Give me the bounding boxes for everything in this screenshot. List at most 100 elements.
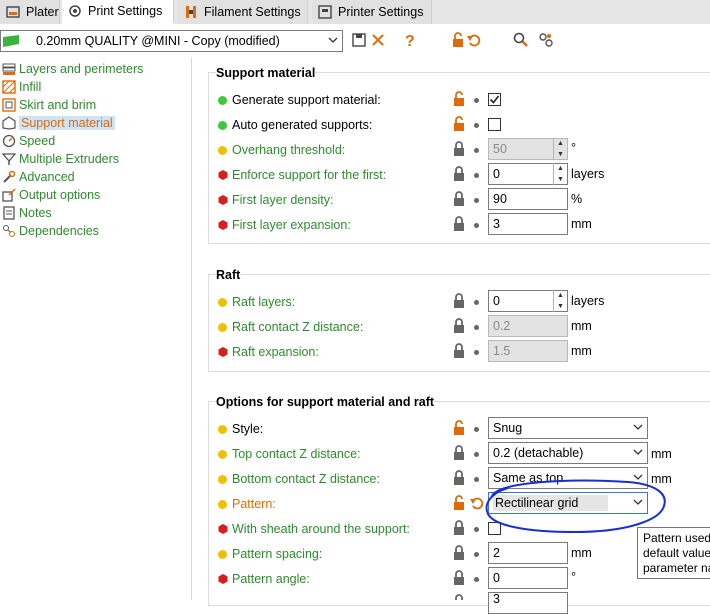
wrench-icon bbox=[3, 170, 16, 183]
row-first-layer-density: First layer density: bbox=[218, 189, 333, 211]
help-button[interactable]: ? bbox=[399, 29, 421, 51]
printer-icon bbox=[318, 5, 332, 19]
tree-item-output[interactable]: Output options bbox=[0, 186, 100, 204]
lock-icon bbox=[455, 594, 463, 600]
row-raft-expansion: Raft expansion: bbox=[218, 341, 319, 363]
chevron-down-icon bbox=[328, 37, 338, 43]
row-pattern-spacing: Pattern spacing: bbox=[218, 543, 322, 565]
checkmark-icon bbox=[489, 95, 500, 104]
generate-support-checkbox[interactable] bbox=[488, 93, 501, 106]
enforce-spin-buttons[interactable]: ▲ ▼ bbox=[553, 163, 567, 185]
notes-icon bbox=[3, 206, 15, 220]
tab-printer-settings[interactable]: Printer Settings bbox=[312, 0, 432, 24]
unit-label: mm bbox=[571, 546, 592, 560]
top-contact-value: 0.2 (detachable) bbox=[493, 446, 584, 460]
flag-icon bbox=[3, 35, 19, 47]
auto-supports-checkbox[interactable] bbox=[488, 118, 501, 131]
question-icon: ? bbox=[405, 33, 415, 48]
row-top-contact: Top contact Z distance: bbox=[218, 443, 361, 465]
unlock-icon[interactable] bbox=[452, 116, 466, 132]
row-overhang-threshold: Overhang threshold: bbox=[218, 139, 345, 161]
mode-settings-button[interactable] bbox=[535, 29, 557, 51]
raft-contact-input[interactable]: 0.2 bbox=[488, 315, 568, 337]
row-style: Style: bbox=[218, 418, 263, 440]
lock-icon[interactable] bbox=[452, 343, 466, 359]
unit-label: ° bbox=[571, 141, 576, 155]
lock-icon[interactable] bbox=[452, 545, 466, 561]
style-select[interactable]: Snug bbox=[488, 417, 648, 439]
lock-icon[interactable] bbox=[452, 445, 466, 461]
lock-icon[interactable] bbox=[452, 570, 466, 586]
lock-icon[interactable] bbox=[452, 470, 466, 486]
undo-all-button[interactable] bbox=[463, 29, 485, 51]
expert-mode-icon bbox=[218, 347, 228, 357]
lock-icon[interactable] bbox=[452, 293, 466, 309]
delete-preset-button[interactable] bbox=[367, 29, 389, 51]
lock-icon[interactable] bbox=[452, 166, 466, 182]
tree-item-notes[interactable]: Notes bbox=[0, 204, 52, 222]
overhang-spin-buttons[interactable]: ▲ ▼ bbox=[553, 138, 567, 160]
unlock-icon[interactable] bbox=[452, 495, 466, 511]
tree-item-advanced[interactable]: Advanced bbox=[0, 168, 75, 186]
advanced-mode-dot bbox=[218, 145, 227, 155]
row-raft-layers: Raft layers: bbox=[218, 291, 295, 313]
row-first-layer-expansion: First layer expansion: bbox=[218, 214, 351, 236]
pattern-spacing-input[interactable]: 2 bbox=[488, 542, 568, 564]
style-value: Snug bbox=[493, 421, 523, 435]
tree-item-skirt[interactable]: Skirt and brim bbox=[0, 96, 96, 114]
tab-print-settings[interactable]: Print Settings bbox=[62, 0, 174, 24]
lock-icon[interactable] bbox=[452, 141, 466, 157]
speed-icon bbox=[2, 134, 16, 148]
tooltip: Pattern used default value parameter na bbox=[637, 527, 710, 579]
support-icon bbox=[2, 116, 16, 130]
advanced-mode-dot bbox=[218, 297, 227, 307]
unit-label: mm bbox=[571, 217, 592, 231]
raft-expansion-input[interactable]: 1.5 bbox=[488, 340, 568, 362]
advanced-mode-dot bbox=[218, 449, 227, 459]
top-contact-select[interactable]: 0.2 (detachable) bbox=[488, 442, 648, 464]
tree-item-speed[interactable]: Speed bbox=[0, 132, 55, 150]
lock-icon[interactable] bbox=[452, 191, 466, 207]
preset-selector[interactable]: 0.20mm QUALITY @MINI - Copy (modified) bbox=[0, 30, 343, 52]
tree-item-support[interactable]: Support material bbox=[0, 114, 115, 132]
tooltip-line: default value bbox=[643, 546, 710, 560]
tree-item-layers[interactable]: Layers and perimeters bbox=[0, 60, 143, 78]
simple-mode-dot bbox=[218, 120, 227, 130]
gear-icon bbox=[539, 33, 553, 47]
unit-label: mm bbox=[571, 344, 592, 358]
tree-item-infill[interactable]: Infill bbox=[0, 78, 41, 96]
bullet-icon bbox=[474, 350, 479, 355]
bullet-icon bbox=[474, 427, 479, 432]
extruder-icon bbox=[2, 153, 16, 165]
advanced-mode-dot bbox=[218, 474, 227, 484]
bullet-icon bbox=[474, 552, 479, 557]
expert-mode-icon bbox=[218, 574, 228, 584]
lock-icon[interactable] bbox=[452, 520, 466, 536]
svg-text:?: ? bbox=[405, 33, 415, 48]
lock-icon[interactable] bbox=[452, 216, 466, 232]
unlock-icon[interactable] bbox=[452, 91, 466, 107]
next-value-input[interactable]: 3 bbox=[488, 592, 568, 614]
tree-item-extruders[interactable]: Multiple Extruders bbox=[0, 150, 119, 168]
pattern-angle-input[interactable]: 0 bbox=[488, 567, 568, 589]
preset-label: 0.20mm QUALITY @MINI - Copy (modified) bbox=[36, 34, 280, 48]
unit-label: layers bbox=[571, 167, 605, 181]
tab-plater[interactable]: Plater bbox=[0, 0, 60, 24]
search-button[interactable] bbox=[510, 29, 532, 51]
expert-mode-icon bbox=[218, 170, 228, 180]
tree-item-dependencies[interactable]: Dependencies bbox=[0, 222, 99, 240]
settings-tree: Layers and perimeters Infill Skirt and b… bbox=[0, 58, 192, 600]
unlock-icon[interactable] bbox=[452, 420, 466, 436]
first-layer-density-input[interactable]: 90 bbox=[488, 188, 568, 210]
output-icon bbox=[2, 188, 16, 202]
lock-icon[interactable] bbox=[452, 318, 466, 334]
first-layer-expansion-input[interactable]: 3 bbox=[488, 213, 568, 235]
row-pattern-angle: Pattern angle: bbox=[218, 568, 310, 590]
tooltip-line: Pattern used bbox=[643, 531, 710, 545]
row-sheath: With sheath around the support: bbox=[218, 518, 410, 540]
raft-layers-spin-buttons[interactable]: ▲ ▼ bbox=[553, 290, 567, 312]
search-icon bbox=[513, 32, 528, 47]
tab-filament-settings[interactable]: Filament Settings bbox=[178, 0, 308, 24]
tab-bar: Plater Print Settings Filament Settings … bbox=[0, 0, 710, 24]
group-support-title: Support material bbox=[216, 66, 316, 80]
